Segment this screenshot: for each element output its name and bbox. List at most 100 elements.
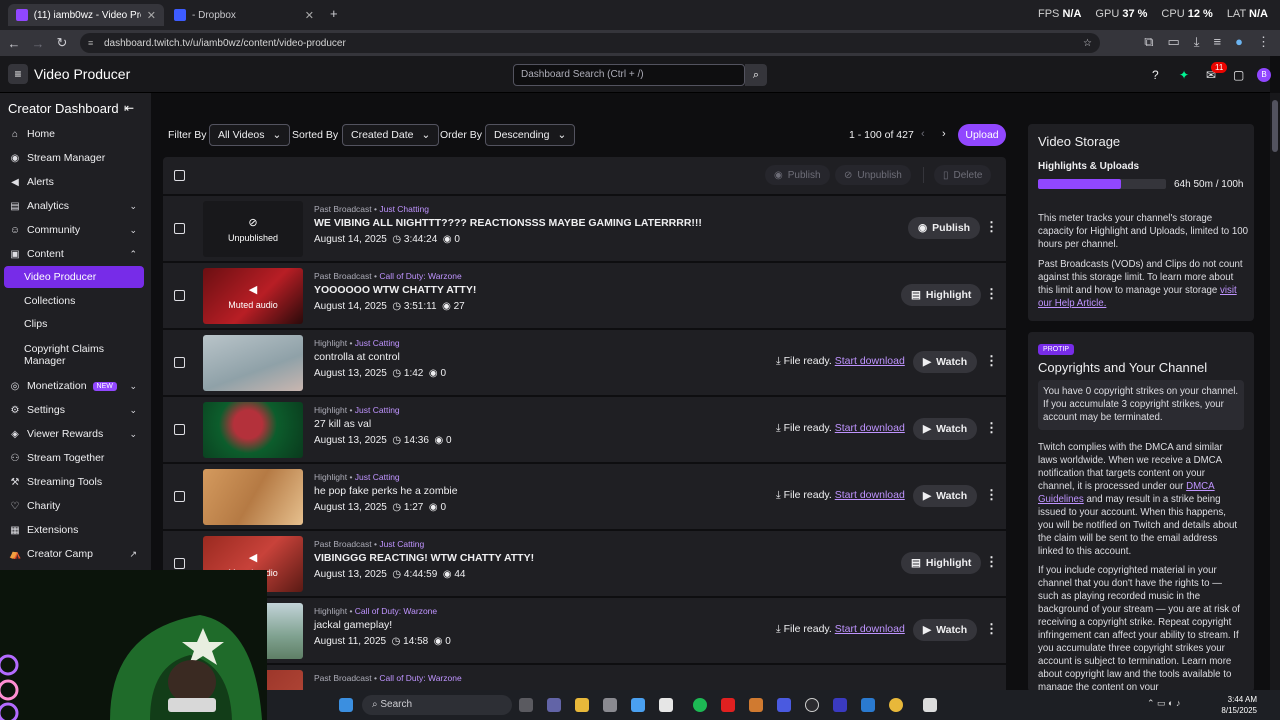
more-options-icon[interactable]: ⋮ (985, 286, 998, 302)
video-thumbnail[interactable] (203, 335, 303, 391)
video-category[interactable]: Just Catting (355, 472, 400, 482)
table-row[interactable]: Highlight • Just Catting controlla at co… (163, 329, 1006, 395)
browser-tab-dropbox[interactable]: - Dropbox ✕ (166, 4, 322, 26)
notepad-icon[interactable] (659, 698, 673, 712)
taskbar-search[interactable]: ⌕ Search (362, 695, 512, 715)
watch-button[interactable]: ▶ Watch (913, 485, 978, 507)
youtube-icon[interactable] (721, 698, 735, 712)
start-download-link[interactable]: Start download (835, 422, 905, 434)
video-category[interactable]: Just Catting (355, 405, 400, 415)
browser-menu-icon[interactable]: ⋮ (1257, 34, 1270, 50)
video-title[interactable]: controlla at control (314, 351, 400, 363)
bulk-unpublish-button[interactable]: ⊘ Unpublish (835, 165, 911, 185)
more-options-icon[interactable]: ⋮ (985, 420, 998, 436)
copilot-icon[interactable] (631, 698, 645, 712)
video-title[interactable]: 27 kill as val (314, 418, 371, 430)
highlight-button[interactable]: ▤ Highlight (901, 552, 982, 574)
store-icon[interactable] (603, 698, 617, 712)
watch-button[interactable]: ▶ Watch (913, 619, 978, 641)
row-checkbox[interactable] (174, 491, 185, 502)
scrollbar-thumb[interactable] (1272, 100, 1278, 152)
reload-icon[interactable]: ↻ (50, 35, 74, 51)
back-icon[interactable]: ← (2, 36, 26, 51)
system-tray-icons[interactable]: ⌃ ▭ ◐ ♪ (1147, 698, 1180, 709)
start-download-link[interactable]: Start download (835, 623, 905, 635)
bookmark-star-icon[interactable]: ☆ (1083, 38, 1092, 49)
sidebar-item-analytics[interactable]: ▤ Analytics ⌄ (0, 195, 151, 217)
next-page-icon[interactable]: › (942, 128, 946, 140)
row-checkbox[interactable] (174, 357, 185, 368)
sidebar-item-extensions[interactable]: ▦ Extensions (0, 519, 151, 541)
more-options-icon[interactable]: ⋮ (985, 621, 998, 637)
sliders-icon[interactable]: ≡ (1214, 34, 1222, 50)
video-title[interactable]: jackal gameplay! (314, 619, 392, 631)
search-icon[interactable]: ⌕ (745, 64, 767, 86)
page-scrollbar[interactable] (1270, 93, 1280, 690)
table-row[interactable]: Highlight • Just Catting 27 kill as val … (163, 396, 1006, 462)
forward-icon[interactable]: → (26, 36, 50, 51)
watch-button[interactable]: ▶ Watch (913, 418, 978, 440)
video-category[interactable]: Just Catting (379, 539, 424, 549)
video-thumbnail[interactable] (203, 469, 303, 525)
sidebar-item-stream-manager[interactable]: ◉ Stream Manager (0, 147, 151, 169)
app-icon[interactable] (749, 698, 763, 712)
sidebar-item-creator-camp[interactable]: ⛺ Creator Camp ↗ (0, 543, 151, 565)
sidebar-item-content[interactable]: ▣ Content ⌃ (0, 243, 151, 265)
new-tab-icon[interactable]: + (330, 6, 338, 21)
highlight-button[interactable]: ▤ Highlight (901, 284, 982, 306)
sidebar-subitem-clips[interactable]: Clips (4, 313, 144, 335)
video-category[interactable]: Call of Duty: Warzone (355, 606, 437, 616)
chrome-icon[interactable] (889, 698, 903, 712)
sidebar-item-monetization[interactable]: ◎ Monetization NEW ⌄ (0, 375, 151, 397)
sidebar-icon[interactable]: ▭ (1168, 34, 1180, 50)
dashboard-search-input[interactable]: Dashboard Search (Ctrl + /) (513, 64, 745, 86)
sidebar-item-viewer-rewards[interactable]: ◈ Viewer Rewards ⌄ (0, 423, 151, 445)
avatar[interactable]: B (1257, 68, 1271, 82)
discord-icon[interactable] (777, 698, 791, 712)
row-checkbox[interactable] (174, 290, 185, 301)
more-options-icon[interactable]: ⋮ (985, 353, 998, 369)
video-title[interactable]: VIBINGGG REACTING! WTW CHATTY ATTY! (314, 552, 534, 564)
spotify-icon[interactable] (693, 698, 707, 712)
video-title[interactable]: YOOOOOO WTW CHATTY ATTY! (314, 284, 476, 296)
video-category[interactable]: Call of Duty: Warzone (379, 673, 461, 683)
sidebar-item-community[interactable]: ☺ Community ⌄ (0, 219, 151, 241)
sidebar-item-charity[interactable]: ♡ Charity (0, 495, 151, 517)
more-options-icon[interactable]: ⋮ (985, 554, 998, 570)
sidebar-item-alerts[interactable]: ◀ Alerts (0, 171, 151, 193)
teams-icon[interactable] (547, 698, 561, 712)
app-icon[interactable] (833, 698, 847, 712)
table-row[interactable]: Highlight • Just Catting he pop fake per… (163, 463, 1006, 529)
table-row[interactable]: Past Broadcast • Call of Duty: Warzone (163, 664, 1006, 690)
row-checkbox[interactable] (174, 223, 185, 234)
start-icon[interactable] (339, 698, 353, 712)
sidebar-subitem-copyright-claims[interactable]: Copyright Claims Manager (4, 342, 144, 368)
more-options-icon[interactable]: ⋮ (985, 487, 998, 503)
sidebar-item-stream-together[interactable]: ⚇ Stream Together (0, 447, 151, 469)
help-icon[interactable]: ? (1152, 68, 1159, 82)
publish-button[interactable]: ◉ Publish (908, 217, 981, 239)
table-row[interactable]: ⊘ Unpublished Past Broadcast • Just Chat… (163, 195, 1006, 261)
row-checkbox[interactable] (174, 424, 185, 435)
video-title[interactable]: he pop fake perks he a zombie (314, 485, 458, 497)
select-all-checkbox[interactable] (174, 170, 185, 181)
row-checkbox[interactable] (174, 558, 185, 569)
sidebar-item-home[interactable]: ⌂ Home (0, 123, 151, 145)
app-icon[interactable] (923, 698, 937, 712)
taskbar-clock[interactable]: 3:44 AM 8/15/2025 (1221, 694, 1257, 716)
bulk-publish-button[interactable]: ◉ Publish (765, 165, 830, 185)
sidebar-item-streaming-tools[interactable]: ⚒ Streaming Tools (0, 471, 151, 493)
close-tab-icon[interactable]: ✕ (147, 9, 156, 22)
video-thumbnail[interactable]: ⊘ Unpublished (203, 201, 303, 257)
upload-button[interactable]: Upload (958, 124, 1006, 146)
video-thumbnail[interactable] (203, 402, 303, 458)
video-category[interactable]: Just Catting (355, 338, 400, 348)
whispers-icon[interactable]: ▢ (1233, 68, 1244, 82)
start-download-link[interactable]: Start download (835, 355, 905, 367)
sidebar-subitem-collections[interactable]: Collections (4, 290, 144, 312)
sorted-by-dropdown[interactable]: Created Date ⌄ (342, 124, 440, 146)
video-category[interactable]: Just Chatting (379, 204, 429, 214)
creator-tools-icon[interactable]: ✦ (1179, 68, 1189, 82)
close-tab-icon[interactable]: ✕ (305, 9, 314, 22)
watch-button[interactable]: ▶ Watch (913, 351, 978, 373)
